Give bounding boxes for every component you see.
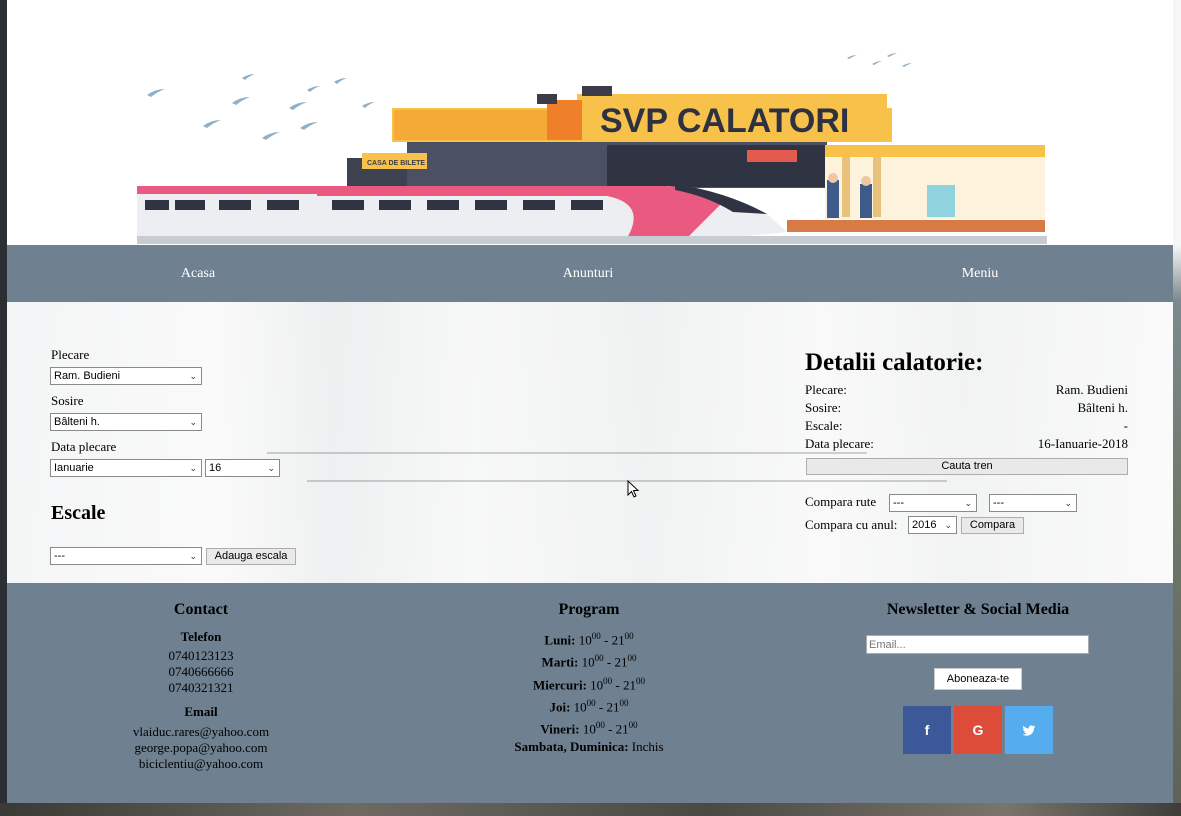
departure-select-value: Ram. Budieni: [54, 370, 121, 382]
detail-row-departure: Plecare: Ram. Budieni: [805, 382, 1128, 400]
compare-route-2-select[interactable]: --- ⌄: [989, 494, 1077, 512]
chevron-down-icon: ⌄: [964, 498, 972, 508]
compare-year-label: Compara cu anul:: [805, 517, 898, 532]
chevron-down-icon: ⌄: [189, 371, 197, 381]
google-icon[interactable]: G: [954, 706, 1002, 754]
schedule-row: Miercuri: 1000 - 2100: [533, 675, 645, 692]
schedule-row-weekend: Sambata, Duminica: Inchis: [514, 738, 664, 754]
subscribe-button[interactable]: Aboneaza-te: [934, 668, 1022, 690]
main-nav: Acasa Anunturi Meniu: [7, 245, 1173, 302]
page: CASA DE BILETE SVP CALATORI Acasa Anuntu…: [7, 0, 1173, 803]
nav-item-acasa[interactable]: Acasa: [7, 245, 389, 302]
chevron-down-icon: ⌄: [1064, 498, 1072, 508]
email-address: vlaiduc.rares@yahoo.com: [132, 724, 270, 739]
schedule-row: Luni: 1000 - 2100: [544, 631, 634, 648]
schedule-row: Marti: 1000 - 2100: [541, 653, 637, 670]
train-station-illustration: CASA DE BILETE SVP CALATORI: [137, 53, 1047, 244]
compare-route-1-value: ---: [893, 497, 904, 509]
site-logo: SVP CALATORI: [600, 102, 849, 140]
detail-row-stops: Escale: -: [805, 418, 1128, 436]
add-stop-button[interactable]: Adauga escala: [206, 548, 296, 565]
chevron-down-icon: ⌄: [189, 551, 197, 561]
email-address: biciclentiu@yahoo.com: [138, 756, 264, 771]
main-content: Plecare Ram. Budieni ⌄ Sosire Bâlteni h.…: [7, 302, 1173, 583]
twitter-bird-icon: [1022, 725, 1036, 737]
schedule-row: Vineri: 1000 - 2100: [540, 720, 638, 737]
compare-route-1-select[interactable]: --- ⌄: [889, 494, 977, 512]
compare-route-2-value: ---: [993, 497, 1004, 509]
month-select-value: Ianuarie: [54, 462, 94, 474]
stops-heading: Escale: [51, 502, 106, 524]
details-title: Detalii calatorie:: [805, 349, 984, 376]
footer: Contact Telefon 0740123123 0740666666 07…: [7, 583, 1173, 803]
month-select[interactable]: Ianuarie ⌄: [50, 459, 202, 477]
detail-key: Sosire:: [805, 400, 842, 415]
schedule-list: Luni: 1000 - 2100 Marti: 1000 - 2100 Mie…: [469, 627, 709, 755]
phone-number: 0740123123: [168, 648, 234, 663]
twitter-icon[interactable]: [1005, 706, 1053, 754]
stops-select[interactable]: --- ⌄: [50, 547, 202, 565]
phone-number: 0740666666: [168, 664, 234, 679]
schedule-row: Joi: 1000 - 2100: [549, 697, 629, 715]
search-train-button[interactable]: Cauta tren: [806, 458, 1128, 475]
header-banner: CASA DE BILETE SVP CALATORI: [7, 0, 1173, 245]
departure-select[interactable]: Ram. Budieni ⌄: [50, 367, 202, 385]
detail-value: 16-Ianuarie-2018: [1037, 436, 1128, 451]
compare-year-value: 2016: [912, 519, 937, 531]
detail-value: Bâlteni h.: [1077, 400, 1128, 415]
chevron-down-icon: ⌄: [944, 520, 952, 530]
detail-key: Plecare:: [805, 382, 847, 397]
contact-column: Contact Telefon 0740123123 0740666666 07…: [101, 583, 301, 772]
background-strip: [0, 803, 1181, 816]
arrival-label: Sosire: [51, 393, 84, 408]
chevron-down-icon: ⌄: [189, 417, 197, 427]
program-column: Program Luni: 1000 - 2100 Marti: 1000 - …: [469, 583, 709, 755]
detail-key: Data plecare:: [805, 436, 874, 451]
detail-row-date: Data plecare: 16-Ianuarie-2018: [805, 436, 1128, 454]
compare-year-select[interactable]: 2016 ⌄: [908, 516, 957, 534]
newsletter-column: Newsletter & Social Media: [867, 583, 1089, 619]
mouse-cursor-icon: [627, 480, 640, 498]
newsletter-email-input[interactable]: [866, 635, 1089, 654]
departure-label: Plecare: [51, 347, 90, 362]
program-heading: Program: [558, 601, 620, 618]
detail-key: Escale:: [805, 418, 843, 433]
detail-row-arrival: Sosire: Bâlteni h.: [805, 400, 1128, 418]
phone-heading: Telefon: [180, 629, 222, 644]
newsletter-heading: Newsletter & Social Media: [886, 601, 1070, 618]
svg-text:CASA DE BILETE: CASA DE BILETE: [367, 160, 425, 167]
compare-button[interactable]: Compara: [961, 517, 1024, 534]
detail-value: -: [1123, 418, 1128, 433]
day-select-value: 16: [209, 462, 222, 474]
arrival-select-value: Bâlteni h.: [54, 416, 100, 428]
arrival-select[interactable]: Bâlteni h. ⌄: [50, 413, 202, 431]
facebook-icon[interactable]: f: [903, 706, 951, 754]
email-heading: Email: [184, 704, 218, 719]
compare-routes-label: Compara rute: [805, 494, 877, 509]
detail-value: Ram. Budieni: [1055, 382, 1128, 397]
contact-heading: Contact: [173, 601, 229, 618]
window-right-edge: [1173, 0, 1181, 816]
nav-item-meniu[interactable]: Meniu: [791, 245, 1169, 302]
day-select[interactable]: 16 ⌄: [205, 459, 280, 477]
email-address: george.popa@yahoo.com: [134, 740, 268, 755]
nav-item-anunturi[interactable]: Anunturi: [399, 245, 777, 302]
phone-number: 0740321321: [168, 680, 234, 695]
date-label: Data plecare: [51, 439, 117, 454]
background-rail: [267, 452, 867, 454]
chevron-down-icon: ⌄: [189, 463, 197, 473]
stops-select-value: ---: [54, 550, 65, 562]
window-left-edge: [0, 0, 7, 816]
chevron-down-icon: ⌄: [267, 463, 275, 473]
